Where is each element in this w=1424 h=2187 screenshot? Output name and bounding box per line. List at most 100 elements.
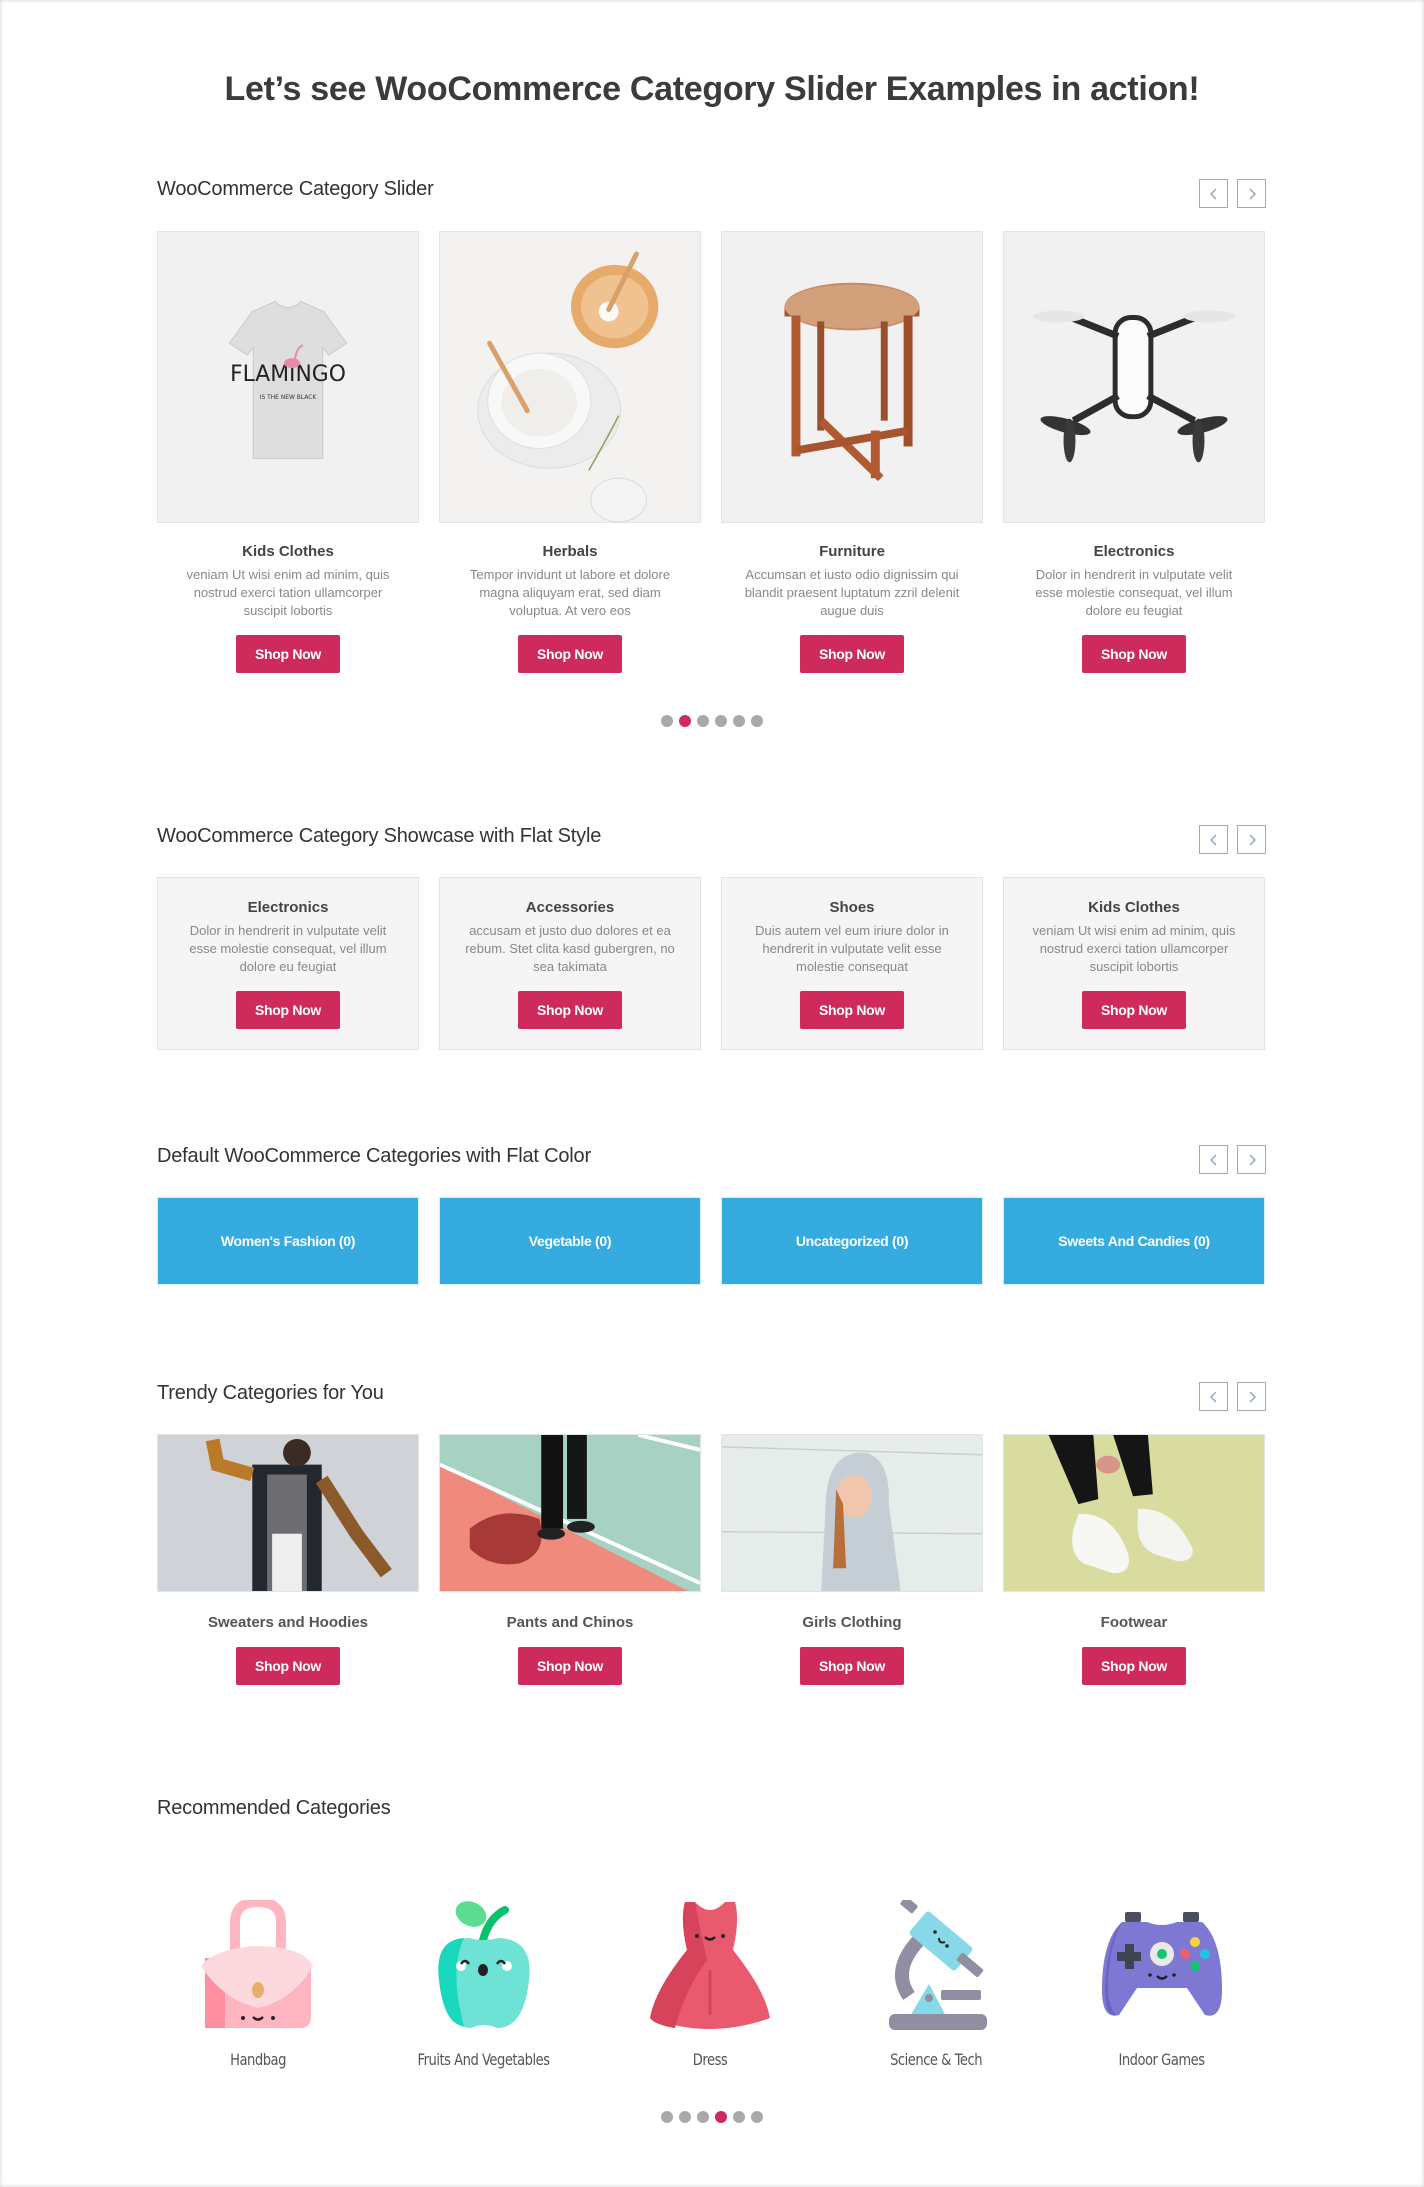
page-title: Let’s see WooCommerce Category Slider Ex… xyxy=(224,70,1200,108)
shop-now-button[interactable]: Shop Now xyxy=(800,635,904,673)
section-title: Default WooCommerce Categories with Flat… xyxy=(157,1145,591,1167)
recommended-item[interactable]: Science & Tech xyxy=(823,1900,1049,2069)
showcase-prev-button[interactable] xyxy=(1199,825,1228,854)
svg-text:IS THE NEW BLACK: IS THE NEW BLACK xyxy=(260,394,318,401)
category-image-footwear[interactable] xyxy=(1003,1434,1265,1592)
shop-now-button[interactable]: Shop Now xyxy=(1082,1647,1186,1685)
gamepad-icon xyxy=(1102,1912,1222,2016)
pagination-dot[interactable] xyxy=(679,2111,691,2123)
chevron-left-icon xyxy=(1209,834,1216,845)
category-image-girls-clothing[interactable] xyxy=(721,1434,983,1592)
recommended-item[interactable]: Fruits And Vegetables xyxy=(371,1900,597,2069)
category-name: Pants and Chinos xyxy=(506,1614,634,1631)
herbal-bowls-image xyxy=(440,232,700,522)
category-image-electronics[interactable] xyxy=(1003,231,1265,523)
category-description: accusam et justo duo dolores et ea rebum… xyxy=(465,923,675,974)
sneakers-photo xyxy=(1004,1435,1264,1591)
stool-image xyxy=(722,232,982,522)
category-name: Kids Clothes xyxy=(1088,899,1180,916)
category-tile[interactable]: Women's Fashion (0) xyxy=(157,1197,419,1285)
category-description: Dolor in hendrerit in vulputate velit es… xyxy=(189,923,387,974)
recommended-pagination xyxy=(0,2111,1424,2123)
flat-color-next-button[interactable] xyxy=(1237,1145,1266,1174)
category-card: Furniture Accumsan et iusto odio digniss… xyxy=(721,231,983,673)
recommended-label: Indoor Games xyxy=(1118,2050,1206,2069)
shop-now-button[interactable]: Shop Now xyxy=(518,635,622,673)
category-name: Electronics xyxy=(247,899,329,916)
slider-prev-button[interactable] xyxy=(1199,179,1228,208)
shop-now-button[interactable]: Shop Now xyxy=(518,991,622,1029)
showcase-card: Accessories accusam et justo duo dolores… xyxy=(439,877,701,1050)
shop-now-button[interactable]: Shop Now xyxy=(518,1647,622,1685)
shop-now-button[interactable]: Shop Now xyxy=(236,1647,340,1685)
category-image-kids-clothes[interactable]: FLAMINGO IS THE NEW BLACK xyxy=(157,231,419,523)
pagination-dot[interactable] xyxy=(733,2111,745,2123)
category-image-furniture[interactable] xyxy=(721,231,983,523)
microscope-icon xyxy=(889,1900,987,2030)
category-tile[interactable]: Vegetable (0) xyxy=(439,1197,701,1285)
category-name: Sweaters and Hoodies xyxy=(207,1614,369,1631)
category-description: Duis autem vel eum iriure dolor in hendr… xyxy=(755,923,949,974)
slider-track: FLAMINGO IS THE NEW BLACK Kids Clothes v… xyxy=(157,231,1267,673)
dress-icon xyxy=(650,1902,770,2029)
trendy-next-button[interactable] xyxy=(1237,1382,1266,1411)
recommended-label: Dress xyxy=(692,2050,728,2069)
recommended-item[interactable]: Handbag xyxy=(145,1900,371,2069)
flat-color-track: Women's Fashion (0) Vegetable (0) Uncate… xyxy=(157,1197,1267,1285)
shop-now-button[interactable]: Shop Now xyxy=(800,991,904,1029)
recommended-label: Fruits And Vegetables xyxy=(417,2050,551,2069)
pagination-dot-active[interactable] xyxy=(679,715,691,727)
man-hoodie-photo xyxy=(158,1435,418,1591)
category-name: Shoes xyxy=(829,899,875,916)
showcase-next-button[interactable] xyxy=(1237,825,1266,854)
trendy-card: Sweaters and Hoodies Shop Now xyxy=(157,1434,419,1685)
chevron-left-icon xyxy=(1209,1154,1216,1165)
recommended-item[interactable]: Dress xyxy=(597,1900,823,2069)
section-title: Trendy Categories for You xyxy=(157,1382,384,1404)
category-image-pants[interactable] xyxy=(439,1434,701,1592)
shop-now-button[interactable]: Shop Now xyxy=(1082,635,1186,673)
showcase-card: Electronics Dolor in hendrerit in vulput… xyxy=(157,877,419,1050)
category-name: Kids Clothes xyxy=(242,543,334,560)
shop-now-button[interactable]: Shop Now xyxy=(236,635,340,673)
pagination-dot[interactable] xyxy=(751,715,763,727)
shop-now-button[interactable]: Shop Now xyxy=(1082,991,1186,1029)
category-name: Furniture xyxy=(819,543,885,560)
flat-color-prev-button[interactable] xyxy=(1199,1145,1228,1174)
slider-pagination xyxy=(0,715,1424,727)
recommended-item[interactable]: Indoor Games xyxy=(1049,1900,1275,2069)
drone-image xyxy=(1004,232,1264,522)
slider-next-button[interactable] xyxy=(1237,179,1266,208)
trendy-prev-button[interactable] xyxy=(1199,1382,1228,1411)
pagination-dot[interactable] xyxy=(751,2111,763,2123)
pagination-dot-active[interactable] xyxy=(715,2111,727,2123)
pagination-dot[interactable] xyxy=(697,2111,709,2123)
category-image-herbals[interactable] xyxy=(439,231,701,523)
category-description: veniam Ut wisi enim ad minim, quis nostr… xyxy=(1032,923,1236,974)
girl-hoodie-photo xyxy=(722,1435,982,1591)
pagination-dot[interactable] xyxy=(697,715,709,727)
recommended-label: Science & Tech xyxy=(890,2050,982,2069)
category-tile[interactable]: Uncategorized (0) xyxy=(721,1197,983,1285)
recommended-track: Handbag Fruits And Vegetables Dress Scie… xyxy=(145,1900,1275,2069)
chevron-left-icon xyxy=(1209,188,1216,199)
pagination-dot[interactable] xyxy=(661,2111,673,2123)
category-description: veniam Ut wisi enim ad minim, quis nostr… xyxy=(186,567,390,618)
pagination-dot[interactable] xyxy=(715,715,727,727)
chevron-right-icon xyxy=(1249,1154,1256,1165)
category-card: Electronics Dolor in hendrerit in vulput… xyxy=(1003,231,1265,673)
shop-now-button[interactable]: Shop Now xyxy=(800,1647,904,1685)
shop-now-button[interactable]: Shop Now xyxy=(236,991,340,1029)
category-name: Electronics xyxy=(1093,543,1175,560)
handbag-icon xyxy=(201,1900,313,2028)
category-image-sweaters[interactable] xyxy=(157,1434,419,1592)
chevron-left-icon xyxy=(1209,1391,1216,1402)
category-tile[interactable]: Sweets And Candies (0) xyxy=(1003,1197,1265,1285)
trendy-track: Sweaters and Hoodies Shop Now Pants and … xyxy=(157,1434,1267,1685)
showcase-card: Kids Clothes veniam Ut wisi enim ad mini… xyxy=(1003,877,1265,1050)
pagination-dot[interactable] xyxy=(733,715,745,727)
section-title: WooCommerce Category Showcase with Flat … xyxy=(157,825,602,847)
showcase-track: Electronics Dolor in hendrerit in vulput… xyxy=(157,877,1267,1050)
pagination-dot[interactable] xyxy=(661,715,673,727)
category-description: Tempor invidunt ut labore et dolore magn… xyxy=(469,567,671,618)
